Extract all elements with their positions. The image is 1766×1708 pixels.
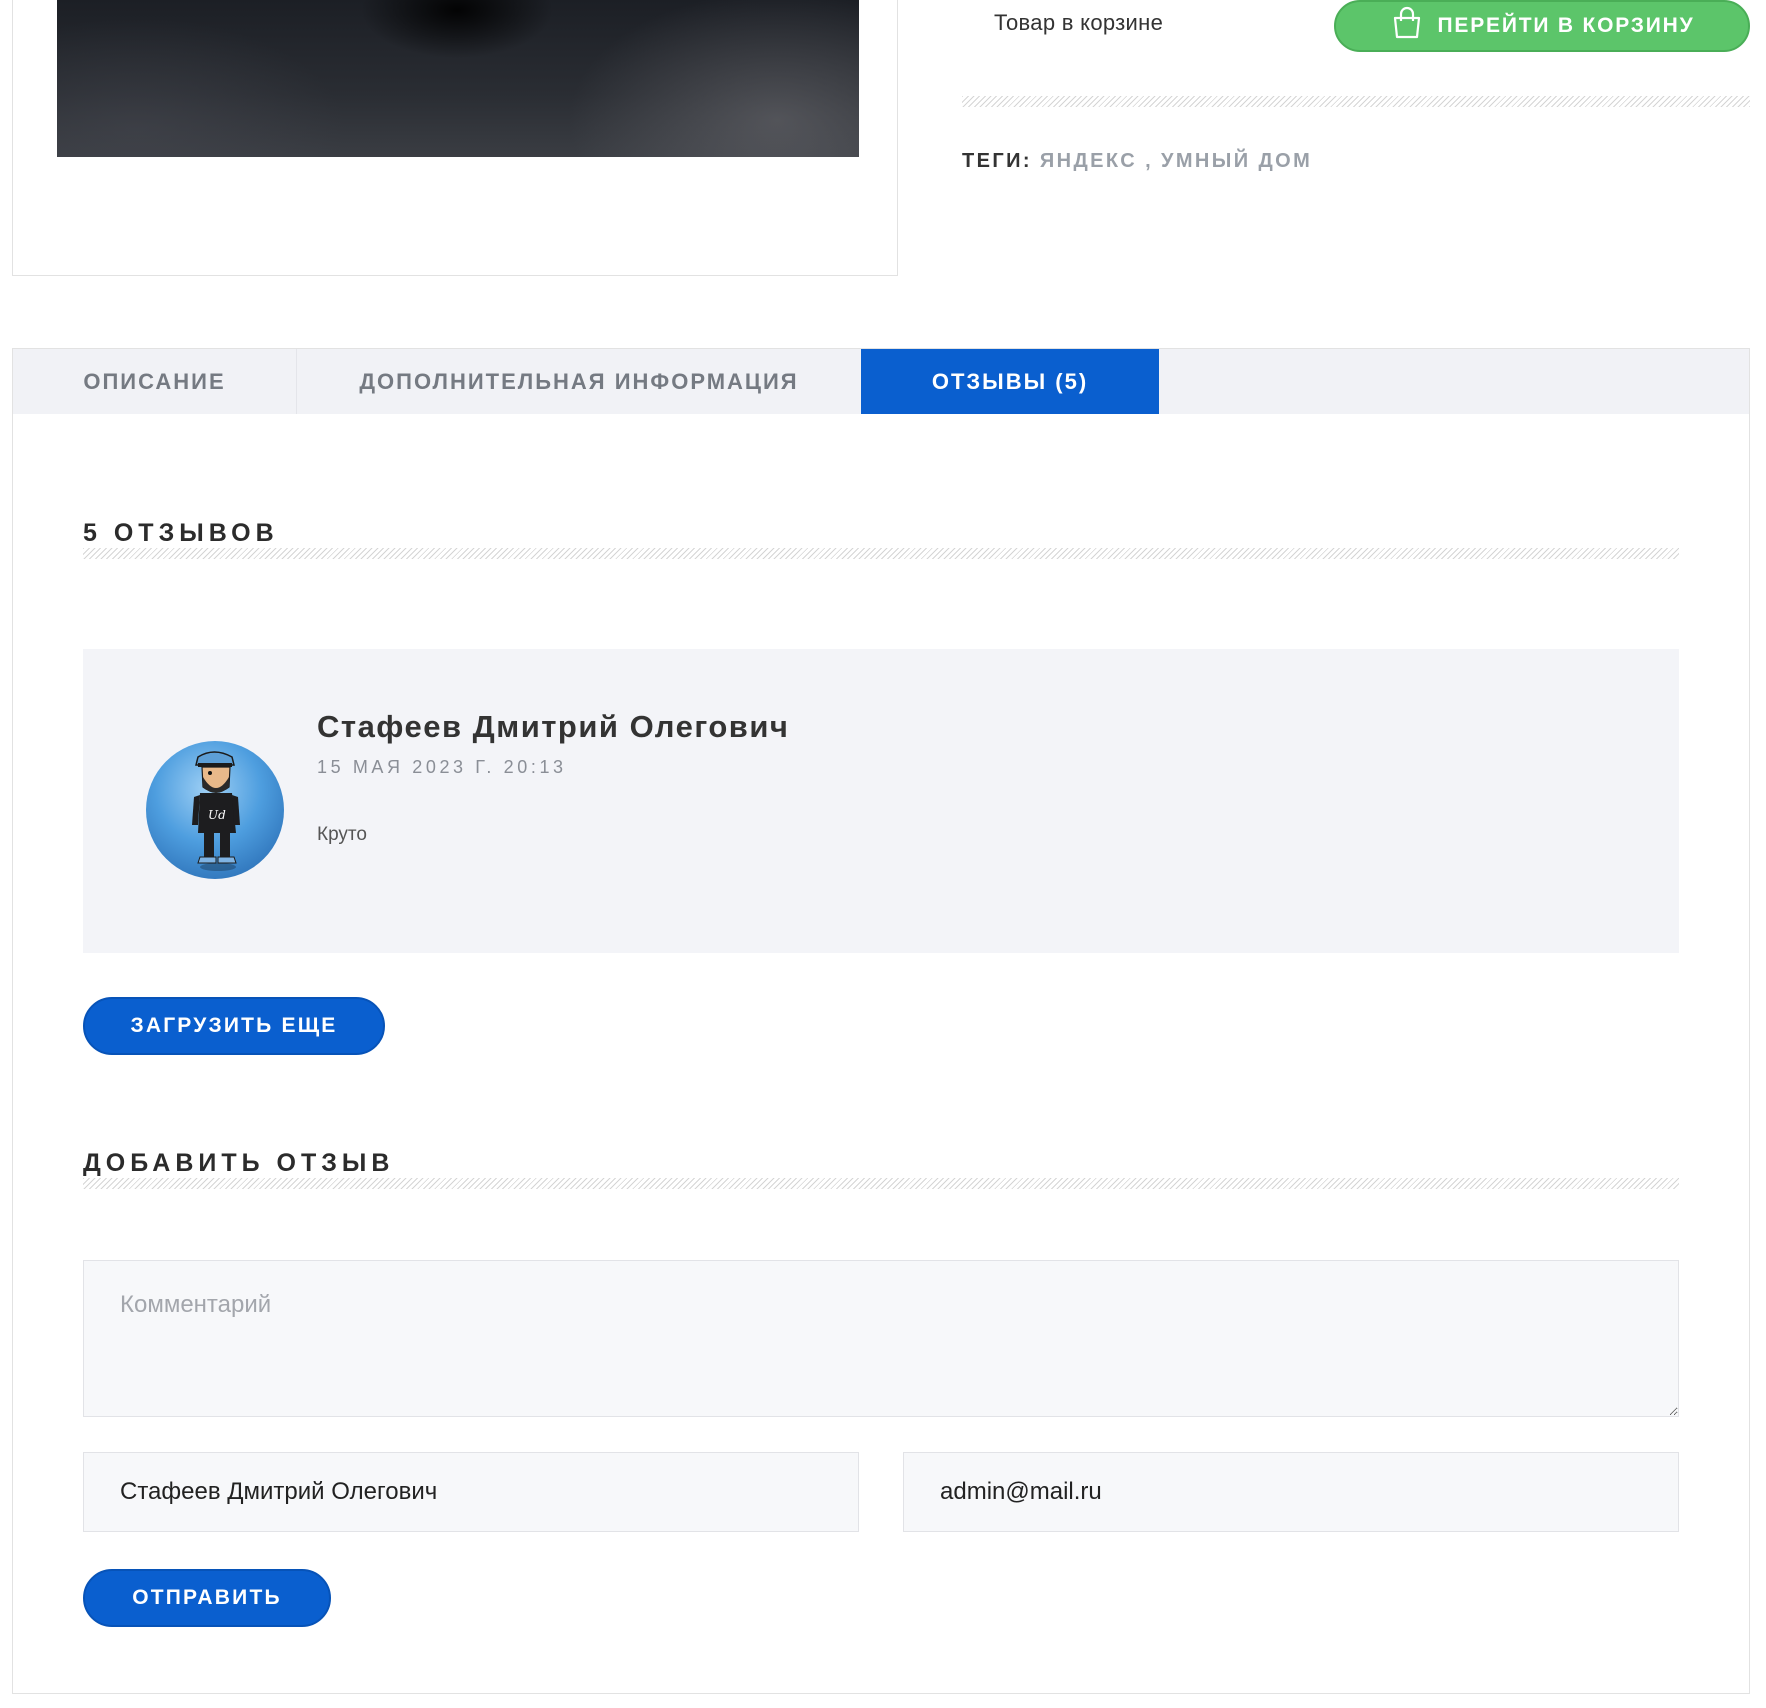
tab-description[interactable]: ОПИСАНИЕ (13, 349, 297, 414)
reviews-heading-block: 5 ОТЗЫВОВ (83, 519, 1679, 559)
tab-reviews[interactable]: ОТЗЫВЫ (5) (861, 349, 1159, 414)
heading-divider (83, 548, 1679, 559)
product-tags: ТЕГИ: ЯНДЕКС , УМНЫЙ ДОМ (962, 150, 1312, 173)
review-text: Круто (317, 824, 367, 845)
shopping-bag-icon (1390, 6, 1424, 46)
tag-link[interactable]: УМНЫЙ ДОМ (1161, 150, 1312, 172)
email-input[interactable] (903, 1452, 1679, 1532)
tag-separator: , (1145, 150, 1154, 172)
review-item: Ud Стафеев Дмитрий Олегович 15 МАЯ 2023 … (83, 649, 1679, 953)
avatar: Ud (146, 741, 284, 879)
tag-link[interactable]: ЯНДЕКС (1040, 150, 1137, 172)
product-image-card (12, 0, 898, 276)
tab-bar: ОПИСАНИЕ ДОПОЛНИТЕЛЬНАЯ ИНФОРМАЦИЯ ОТЗЫВ… (13, 349, 1749, 414)
reviews-heading: 5 ОТЗЫВОВ (83, 519, 291, 548)
comment-textarea[interactable] (83, 1260, 1679, 1417)
reviewer-name: Стафеев Дмитрий Олегович (317, 709, 790, 744)
add-review-heading: ДОБАВИТЬ ОТЗЫВ (83, 1149, 407, 1178)
product-image (57, 0, 859, 157)
name-input[interactable] (83, 1452, 859, 1532)
tags-label: ТЕГИ: (962, 150, 1032, 172)
go-to-cart-label: ПЕРЕЙТИ В КОРЗИНУ (1437, 14, 1695, 37)
product-tabs-panel: ОПИСАНИЕ ДОПОЛНИТЕЛЬНАЯ ИНФОРМАЦИЯ ОТЗЫВ… (12, 348, 1750, 1694)
svg-text:Ud: Ud (208, 808, 226, 822)
load-more-button[interactable]: ЗАГРУЗИТЬ ЕЩЕ (83, 997, 385, 1055)
cart-status-text: Товар в корзине (994, 10, 1164, 35)
divider (962, 96, 1750, 107)
go-to-cart-button[interactable]: ПЕРЕЙТИ В КОРЗИНУ (1334, 0, 1750, 52)
submit-button[interactable]: ОТПРАВИТЬ (83, 1569, 331, 1627)
tab-additional-info[interactable]: ДОПОЛНИТЕЛЬНАЯ ИНФОРМАЦИЯ (297, 349, 861, 414)
add-review-heading-block: ДОБАВИТЬ ОТЗЫВ (83, 1149, 1679, 1189)
review-date: 15 МАЯ 2023 Г. 20:13 (317, 757, 567, 777)
heading-divider (83, 1178, 1679, 1189)
